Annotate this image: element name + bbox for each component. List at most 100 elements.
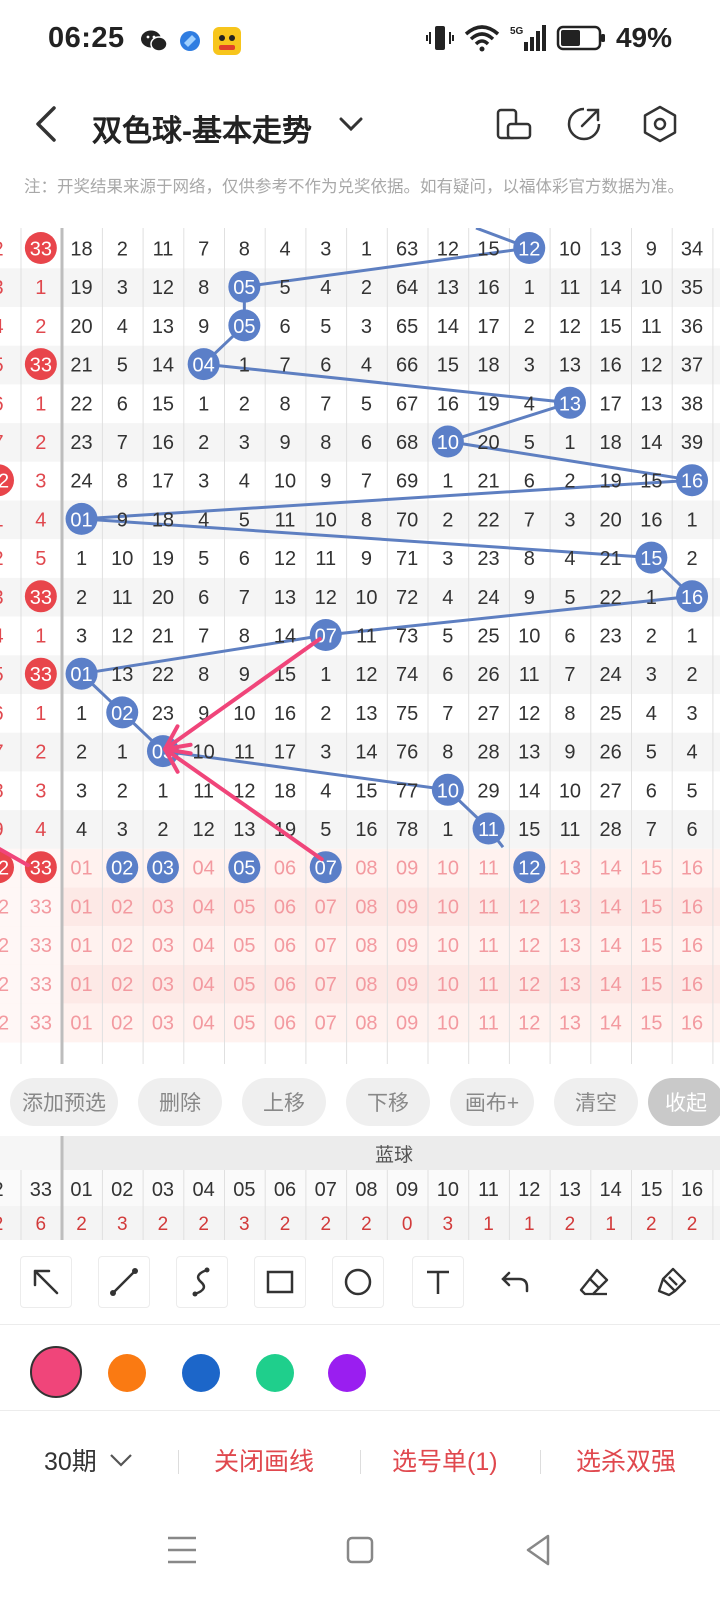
line-tool-icon[interactable] xyxy=(98,1256,150,1308)
grid-cell: 5 xyxy=(0,355,4,377)
grid-cell: 2 xyxy=(35,432,46,454)
grid-cell: 10 xyxy=(111,548,133,570)
color-swatch-purple[interactable] xyxy=(328,1354,366,1392)
grid-cell: 08 xyxy=(355,935,377,957)
trend-chart-grid[interactable]: 2331821178431631215121013934311931280554… xyxy=(0,228,720,1064)
grid-cell: 3 xyxy=(564,509,575,531)
kill-double-button[interactable]: 选杀双强 xyxy=(576,1442,676,1478)
color-swatch-green[interactable] xyxy=(256,1354,294,1392)
close-drawing-button[interactable]: 关闭画线 xyxy=(214,1442,314,1478)
grid-cell: 15 xyxy=(600,316,622,338)
grid-cell: 04 xyxy=(193,974,215,996)
grid-cell: 3 xyxy=(0,587,4,609)
grid-cell: 16 xyxy=(681,974,703,996)
color-swatch-orange[interactable] xyxy=(108,1354,146,1392)
grid-cell: 12 xyxy=(518,1013,540,1035)
grid-cell: 14 xyxy=(600,935,622,957)
grid-cell: 16 xyxy=(681,935,703,957)
grid-cell: 17 xyxy=(477,316,499,338)
svg-text:5G: 5G xyxy=(510,26,524,37)
color-swatch-blue[interactable] xyxy=(182,1354,220,1392)
grid-cell: 33 xyxy=(30,355,52,377)
grid-cell: 6 xyxy=(524,471,535,493)
rectangle-tool-icon[interactable] xyxy=(254,1256,306,1308)
grid-cell: 6 xyxy=(564,626,575,648)
grid-cell: 12 xyxy=(0,935,9,957)
back-arrow-icon[interactable] xyxy=(28,102,68,146)
grid-cell: 3 xyxy=(686,703,697,725)
grid-cell: 6 xyxy=(320,355,331,377)
grid-cell: 2 xyxy=(35,316,46,338)
grid-cell: 16 xyxy=(640,509,662,531)
grid-cell: 4 xyxy=(0,626,4,648)
canvas-plus-button[interactable]: 画布+ xyxy=(450,1078,534,1126)
grid-cell: 1 xyxy=(686,626,697,648)
grid-cell: 3 xyxy=(35,471,46,493)
grid-cell: 33 xyxy=(30,974,52,996)
grid-cell: 13 xyxy=(233,819,255,841)
curve-tool-icon[interactable] xyxy=(176,1256,228,1308)
color-swatch-pink[interactable] xyxy=(30,1346,82,1398)
grid-cell: 05 xyxy=(233,896,255,918)
grid-cell: 7 xyxy=(524,509,535,531)
circle-tool-icon[interactable] xyxy=(332,1256,384,1308)
grid-cell: 09 xyxy=(396,896,418,918)
grid-cell: 09 xyxy=(396,858,418,880)
collapse-button[interactable]: 收起 xyxy=(648,1078,720,1126)
grid-cell: 3 xyxy=(239,432,250,454)
grid-cell: 13 xyxy=(559,355,581,377)
summary-count-cell: 2 xyxy=(0,1214,3,1235)
clear-brush-icon[interactable] xyxy=(646,1256,698,1308)
grid-cell: 25 xyxy=(600,703,622,725)
grid-cell: 70 xyxy=(396,509,418,531)
grid-cell: 10 xyxy=(518,626,540,648)
move-down-button[interactable]: 下移 xyxy=(346,1078,430,1126)
grid-cell: 4 xyxy=(0,316,4,338)
grid-cell: 9 xyxy=(524,587,535,609)
grid-cell: 8 xyxy=(442,742,453,764)
grid-cell: 12 xyxy=(559,316,581,338)
grid-cell: 07 xyxy=(315,935,337,957)
delete-button[interactable]: 删除 xyxy=(138,1078,222,1126)
eraser-icon[interactable] xyxy=(568,1256,620,1308)
home-icon[interactable] xyxy=(346,1536,374,1564)
share-icon[interactable] xyxy=(564,104,604,144)
grid-cell: 7 xyxy=(646,819,657,841)
move-up-button[interactable]: 上移 xyxy=(242,1078,326,1126)
text-tool-icon[interactable] xyxy=(412,1256,464,1308)
summary-header-cell: 03 xyxy=(152,1179,174,1201)
clear-button[interactable]: 清空 xyxy=(554,1078,638,1126)
add-preselect-button[interactable]: 添加预选 xyxy=(10,1078,118,1126)
grid-cell: 8 xyxy=(279,393,290,415)
grid-cell: 20 xyxy=(70,316,92,338)
summary-count-cell: 3 xyxy=(443,1214,454,1235)
arrow-tool-icon[interactable] xyxy=(20,1256,72,1308)
grid-cell: 07 xyxy=(315,974,337,996)
summary-section-bg xyxy=(0,1136,720,1170)
back-icon[interactable] xyxy=(526,1534,550,1566)
chevron-down-icon[interactable] xyxy=(338,112,364,136)
pick-list-button[interactable]: 选号单(1) xyxy=(392,1442,498,1478)
page-title[interactable]: 双色球-基本走势 xyxy=(92,106,312,150)
rotate-screen-icon[interactable] xyxy=(494,104,534,144)
grid-cell: 16 xyxy=(681,471,703,493)
grid-cell: 1 xyxy=(0,509,4,531)
settings-icon[interactable] xyxy=(640,104,680,144)
grid-cell: 4 xyxy=(564,548,575,570)
grid-cell: 33 xyxy=(30,664,52,686)
grid-cell: 10 xyxy=(437,935,459,957)
menu-icon[interactable] xyxy=(168,1536,196,1564)
period-selector[interactable]: 30期 xyxy=(44,1442,133,1478)
grid-cell: 12 xyxy=(274,548,296,570)
grid-cell: 37 xyxy=(681,355,703,377)
grid-cell: 18 xyxy=(600,432,622,454)
grid-cell: 06 xyxy=(274,896,296,918)
undo-icon[interactable] xyxy=(490,1256,542,1308)
grid-cell: 2 xyxy=(157,819,168,841)
grid-cell: 7 xyxy=(564,664,575,686)
grid-cell: 4 xyxy=(686,742,697,764)
grid-cell: 22 xyxy=(70,393,92,415)
grid-cell: 14 xyxy=(437,316,459,338)
wifi-icon xyxy=(464,25,500,52)
grid-cell: 8 xyxy=(0,780,4,802)
